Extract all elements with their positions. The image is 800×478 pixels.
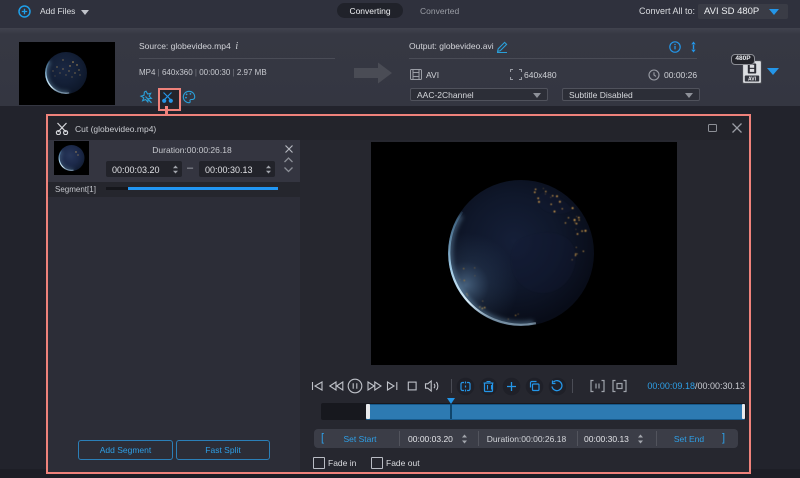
svg-text:AVI: AVI (748, 76, 757, 82)
